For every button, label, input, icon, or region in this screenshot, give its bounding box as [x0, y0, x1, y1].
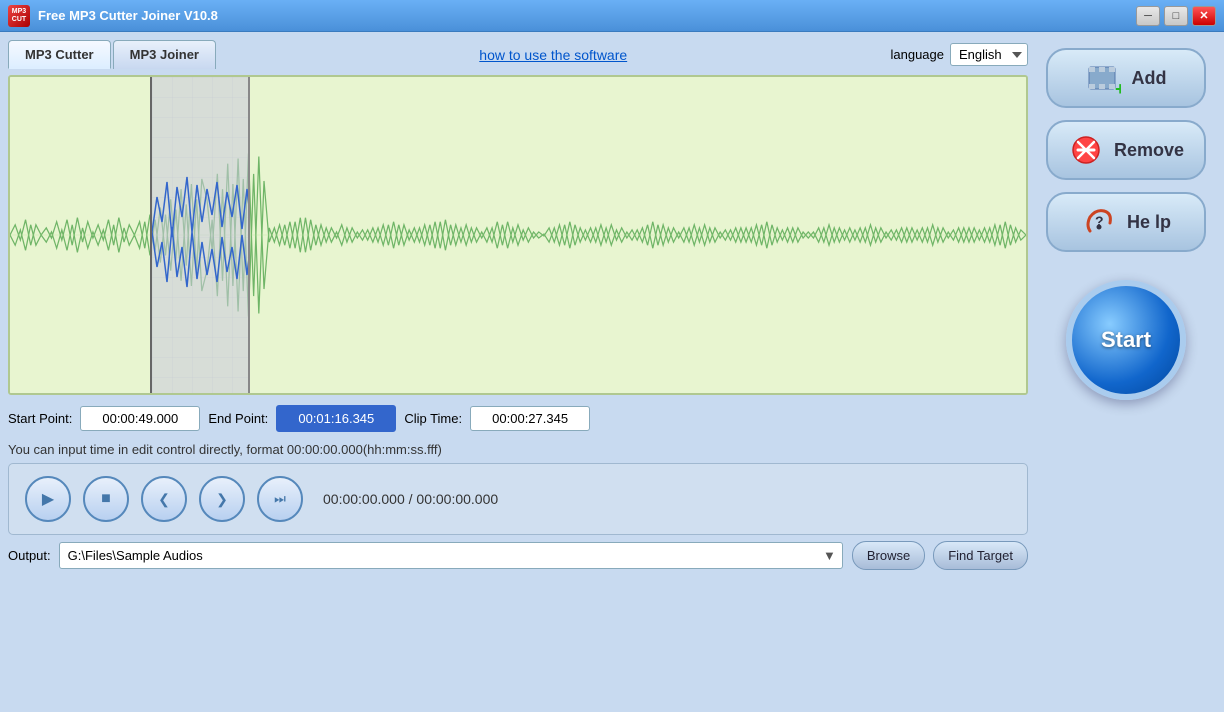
browse-button[interactable]: Browse — [852, 541, 925, 570]
help-label: He lp — [1127, 212, 1171, 233]
time-controls: Start Point: End Point: Clip Time: — [8, 401, 1028, 436]
info-text: You can input time in edit control direc… — [8, 442, 1028, 457]
top-bar: MP3 Cutter MP3 Joiner how to use the sof… — [8, 40, 1028, 69]
tabs: MP3 Cutter MP3 Joiner — [8, 40, 216, 69]
play-button[interactable]: ▶ — [25, 476, 71, 522]
end-point-input[interactable] — [276, 405, 396, 432]
right-panel: + Add Remove ? — [1036, 40, 1216, 704]
start-point-input[interactable] — [80, 406, 200, 431]
title-bar: MP3CUT Free MP3 Cutter Joiner V10.8 ─ □ … — [0, 0, 1224, 32]
close-button[interactable]: ✕ — [1192, 6, 1216, 26]
language-select[interactable]: English Chinese Spanish French German — [950, 43, 1028, 66]
title-bar-controls: ─ □ ✕ — [1136, 6, 1216, 26]
svg-text:+: + — [1115, 79, 1121, 95]
playback-time-display: 00:00:00.000 / 00:00:00.000 — [323, 491, 498, 507]
add-button[interactable]: + Add — [1046, 48, 1206, 108]
start-label: Start — [1101, 327, 1151, 353]
tab-mp3-cutter[interactable]: MP3 Cutter — [8, 40, 111, 69]
playback-container: ▶ ■ ❮ ❯ ⏭ 00:00:00.000 / 00:00:00.000 — [8, 463, 1028, 535]
app-icon: MP3CUT — [8, 5, 30, 27]
minimize-button[interactable]: ─ — [1136, 6, 1160, 26]
title-bar-left: MP3CUT Free MP3 Cutter Joiner V10.8 — [8, 5, 218, 27]
help-icon: ? — [1081, 204, 1117, 240]
remove-label: Remove — [1114, 140, 1184, 161]
tab-mp3-joiner[interactable]: MP3 Joiner — [113, 40, 216, 69]
maximize-button[interactable]: □ — [1164, 6, 1188, 26]
help-button[interactable]: ? He lp — [1046, 192, 1206, 252]
add-label: Add — [1132, 68, 1167, 89]
clip-time-label: Clip Time: — [404, 411, 462, 426]
how-to-use-link[interactable]: how to use the software — [479, 47, 627, 63]
output-label: Output: — [8, 548, 51, 563]
find-target-button[interactable]: Find Target — [933, 541, 1028, 570]
remove-icon — [1068, 132, 1104, 168]
waveform-selection — [150, 77, 250, 393]
main-container: MP3 Cutter MP3 Joiner how to use the sof… — [0, 32, 1224, 712]
app-title: Free MP3 Cutter Joiner V10.8 — [38, 8, 218, 23]
output-path-input[interactable] — [59, 542, 843, 569]
end-point-label: End Point: — [208, 411, 268, 426]
start-point-label: Start Point: — [8, 411, 72, 426]
waveform-container[interactable] — [8, 75, 1028, 395]
skip-button[interactable]: ⏭ — [257, 476, 303, 522]
clip-time-input[interactable] — [470, 406, 590, 431]
remove-button[interactable]: Remove — [1046, 120, 1206, 180]
add-icon: + — [1086, 60, 1122, 96]
output-row: Output: ▼ Browse Find Target — [8, 541, 1028, 570]
start-button[interactable]: Start — [1066, 280, 1186, 400]
language-label: language — [890, 47, 944, 62]
stop-button[interactable]: ■ — [83, 476, 129, 522]
mark-in-button[interactable]: ❮ — [141, 476, 187, 522]
left-panel: MP3 Cutter MP3 Joiner how to use the sof… — [8, 40, 1028, 704]
mark-out-button[interactable]: ❯ — [199, 476, 245, 522]
svg-text:?: ? — [1095, 213, 1104, 229]
language-section: language English Chinese Spanish French … — [890, 43, 1028, 66]
